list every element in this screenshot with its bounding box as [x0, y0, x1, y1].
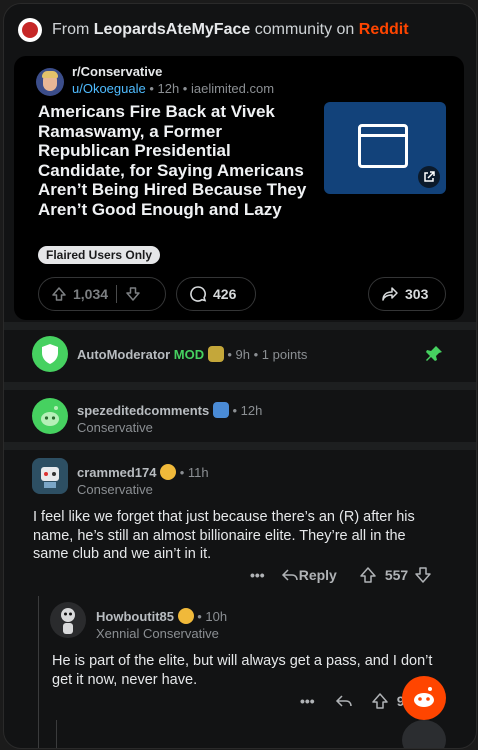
- share-arrow-icon: [382, 287, 398, 301]
- post-card[interactable]: r/Conservative u/Okoeguale • 12h • iaeli…: [14, 56, 464, 320]
- sunglasses-emoji-icon: [177, 608, 194, 624]
- comment-bubble-icon: [190, 286, 207, 302]
- upvote-icon[interactable]: [51, 286, 67, 302]
- subreddit-name[interactable]: r/Conservative: [72, 64, 274, 80]
- comment-spezeditedcomments[interactable]: spezeditedcomments • 12h Conservative: [4, 390, 476, 442]
- comment-meta: • 11h: [179, 465, 209, 480]
- automoderator-avatar[interactable]: [32, 336, 68, 372]
- community-name: LeopardsAteMyFace: [93, 21, 251, 38]
- post-author[interactable]: u/Okoeguale: [72, 81, 146, 96]
- upvote-icon[interactable]: [371, 692, 389, 710]
- downvote-icon[interactable]: [414, 566, 432, 584]
- reply-button[interactable]: Reply: [299, 567, 337, 583]
- comment-automoderator[interactable]: AutoModerator MOD • 9h • 1 points: [4, 330, 476, 382]
- comment-author-line: Howboutit85 • 10h: [96, 608, 227, 624]
- header-prefix: From: [52, 21, 94, 38]
- section-divider: [4, 442, 476, 450]
- downvote-icon[interactable]: [125, 286, 141, 302]
- post-title[interactable]: Americans Fire Back at Vivek Ramaswamy, …: [38, 102, 308, 219]
- comment-username[interactable]: crammed174: [77, 465, 157, 480]
- comment-author-line: spezeditedcomments • 12h: [77, 402, 262, 418]
- sunglasses-emoji-icon: [160, 464, 177, 480]
- comments-button[interactable]: 426: [176, 277, 256, 311]
- comment-body: He is part of the elite, but will always…: [52, 653, 433, 688]
- mod-badge: MOD: [173, 347, 205, 362]
- community-header: From LeopardsAteMyFace community on Redd…: [4, 4, 476, 56]
- mod-emoji-icon: [207, 346, 224, 362]
- browser-window-icon: [358, 124, 408, 168]
- reddit-app-button[interactable]: [402, 676, 446, 720]
- comment-score: 557: [384, 567, 409, 583]
- subreddit-avatar[interactable]: [36, 68, 64, 96]
- pin-icon: [426, 346, 442, 361]
- header-middle: community on: [250, 21, 359, 38]
- post-time-domain: • 12h • iaelimited.com: [145, 81, 275, 96]
- section-divider: [4, 322, 476, 330]
- header-text[interactable]: From LeopardsAteMyFace community on Redd…: [52, 21, 409, 39]
- snoo-logo-icon: [414, 687, 434, 707]
- section-divider: [4, 382, 476, 390]
- skeleton-snoo-icon: [61, 608, 75, 634]
- comment-author-line: crammed174 • 11h: [77, 464, 209, 480]
- comment-crammed174[interactable]: crammed174 • 11h Conservative I feel lik…: [4, 450, 476, 590]
- snoo-icon: [41, 406, 59, 426]
- comment-meta: • 9h • 1 points: [227, 347, 308, 362]
- app-frame: From LeopardsAteMyFace community on Redd…: [3, 3, 477, 749]
- nested-thread-line[interactable]: [56, 720, 57, 748]
- reply-icon[interactable]: [335, 693, 353, 709]
- comment-username[interactable]: Howboutit85: [96, 609, 174, 624]
- more-options-icon[interactable]: •••: [250, 567, 265, 583]
- user-flair: Xennial Conservative: [96, 626, 219, 641]
- comment-count: 426: [213, 286, 237, 302]
- more-options-icon[interactable]: •••: [300, 693, 315, 709]
- user-avatar[interactable]: [50, 602, 86, 638]
- share-count: 303: [405, 286, 429, 302]
- user-avatar[interactable]: [32, 458, 68, 494]
- comment-username[interactable]: AutoModerator: [77, 347, 170, 362]
- reddit-brand: Reddit: [358, 21, 409, 38]
- comment-actions: ••• 95: [300, 692, 418, 710]
- shield-icon: [42, 344, 58, 364]
- comment-author-line: AutoModerator MOD • 9h • 1 points: [77, 346, 307, 362]
- comment-meta: • 12h: [232, 403, 263, 418]
- external-link-icon: [418, 166, 440, 188]
- comment-meta: • 10h: [197, 609, 228, 624]
- flag-emoji-icon: [212, 402, 229, 418]
- comment-actions: ••• Reply 557: [250, 566, 432, 584]
- post-header: r/Conservative u/Okoeguale • 12h • iaeli…: [36, 64, 274, 98]
- upvote-count: 1,034: [73, 286, 109, 302]
- upvote-icon[interactable]: [359, 566, 377, 584]
- secondary-floating-button[interactable]: [402, 720, 446, 748]
- user-flair: Conservative: [77, 420, 153, 435]
- post-meta: u/Okoeguale • 12h • iaelimited.com: [72, 80, 274, 98]
- user-flair: Conservative: [77, 482, 153, 497]
- snoo-avatar[interactable]: [32, 398, 68, 434]
- share-button[interactable]: 303: [368, 277, 446, 311]
- comment-body: I feel like we forget that just because …: [33, 509, 415, 562]
- link-thumbnail[interactable]: [324, 102, 446, 194]
- robot-avatar-icon: [41, 467, 59, 488]
- comment-username[interactable]: spezeditedcomments: [77, 403, 209, 418]
- reply-icon[interactable]: [281, 567, 299, 583]
- post-flair: Flaired Users Only: [38, 246, 161, 264]
- community-logo-icon: [18, 18, 42, 42]
- vote-pill: 1,034: [38, 277, 166, 311]
